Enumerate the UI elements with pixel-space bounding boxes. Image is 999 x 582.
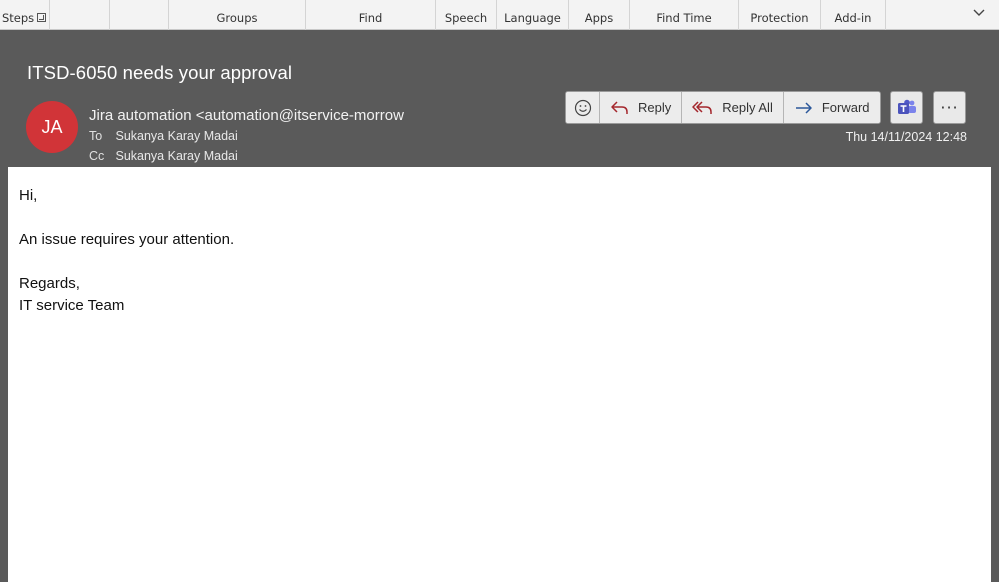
chevron-down-icon[interactable] [973, 6, 985, 21]
message-date: Thu 14/11/2024 12:48 [845, 130, 967, 144]
ribbon-group-groups: Groups [169, 0, 306, 30]
message-body-text: Hi, An issue requires your attention. Re… [19, 185, 234, 317]
ribbon-group-label: Language [504, 11, 561, 25]
reply-button[interactable]: Reply [600, 92, 683, 123]
more-icon: ··· [940, 98, 959, 117]
ribbon: Steps Groups Find Speech Language Apps F… [0, 0, 999, 30]
forward-button[interactable]: Forward [783, 92, 880, 123]
to-label: To [89, 129, 103, 143]
more-actions-button[interactable]: ··· [933, 91, 966, 124]
reading-pane: ITSD-6050 needs your approval JA Jira au… [0, 38, 999, 582]
ribbon-group-blank-2 [110, 0, 169, 30]
smiley-icon [574, 99, 591, 116]
cc-recipient[interactable]: Sukanya Karay Madai [115, 149, 237, 163]
message-actions: Reply Reply All Forward [565, 91, 881, 124]
body-signoff: Regards, [19, 275, 80, 292]
ribbon-group-label: Apps [584, 11, 614, 25]
ribbon-group-label: Speech [444, 11, 488, 25]
reply-label: Reply [638, 100, 672, 115]
ribbon-group-protection: Protection [739, 0, 821, 30]
ribbon-group-apps: Apps [569, 0, 630, 30]
reply-all-icon [692, 100, 712, 114]
body-greeting: Hi, [19, 187, 38, 204]
cc-label: Cc [89, 149, 105, 163]
forward-label: Forward [821, 100, 870, 115]
message-subject: ITSD-6050 needs your approval [27, 62, 293, 83]
ribbon-group-label: Find [358, 11, 383, 25]
to-recipient[interactable]: Sukanya Karay Madai [115, 129, 237, 143]
body-line: An issue requires your attention. [19, 231, 235, 248]
dialog-launcher-icon[interactable] [37, 13, 46, 22]
forward-icon [795, 101, 812, 114]
ribbon-group-find-time: Find Time [630, 0, 739, 30]
ribbon-group-add-in: Add-in [821, 0, 886, 30]
teams-icon [897, 99, 916, 114]
teams-chat-button[interactable] [890, 91, 923, 124]
reply-all-label: Reply All [722, 100, 773, 115]
sender-name[interactable]: Jira automation <automation@itservice-mo… [89, 107, 407, 124]
reply-all-button[interactable]: Reply All [682, 92, 784, 123]
ribbon-group-label: Find Time [656, 11, 712, 25]
ribbon-group-steps: Steps [0, 0, 50, 30]
message-body[interactable]: Hi, An issue requires your attention. Re… [8, 167, 991, 582]
to-row: To Sukanya Karay Madai [89, 129, 238, 143]
ribbon-group-label: Add-in [834, 11, 872, 25]
ribbon-group-language: Language [497, 0, 569, 30]
ribbon-group-find: Find [306, 0, 436, 30]
avatar[interactable]: JA [26, 101, 78, 153]
avatar-initials: JA [41, 116, 63, 137]
cc-row: Cc Sukanya Karay Madai [89, 149, 238, 163]
reply-icon [611, 100, 628, 114]
ribbon-group-speech: Speech [436, 0, 497, 30]
ribbon-group-label: Groups [216, 11, 258, 25]
body-signature: IT service Team [19, 297, 125, 314]
ribbon-group-label: Protection [750, 11, 809, 25]
ribbon-group-blank-1 [50, 0, 110, 30]
reaction-button[interactable] [566, 92, 600, 123]
